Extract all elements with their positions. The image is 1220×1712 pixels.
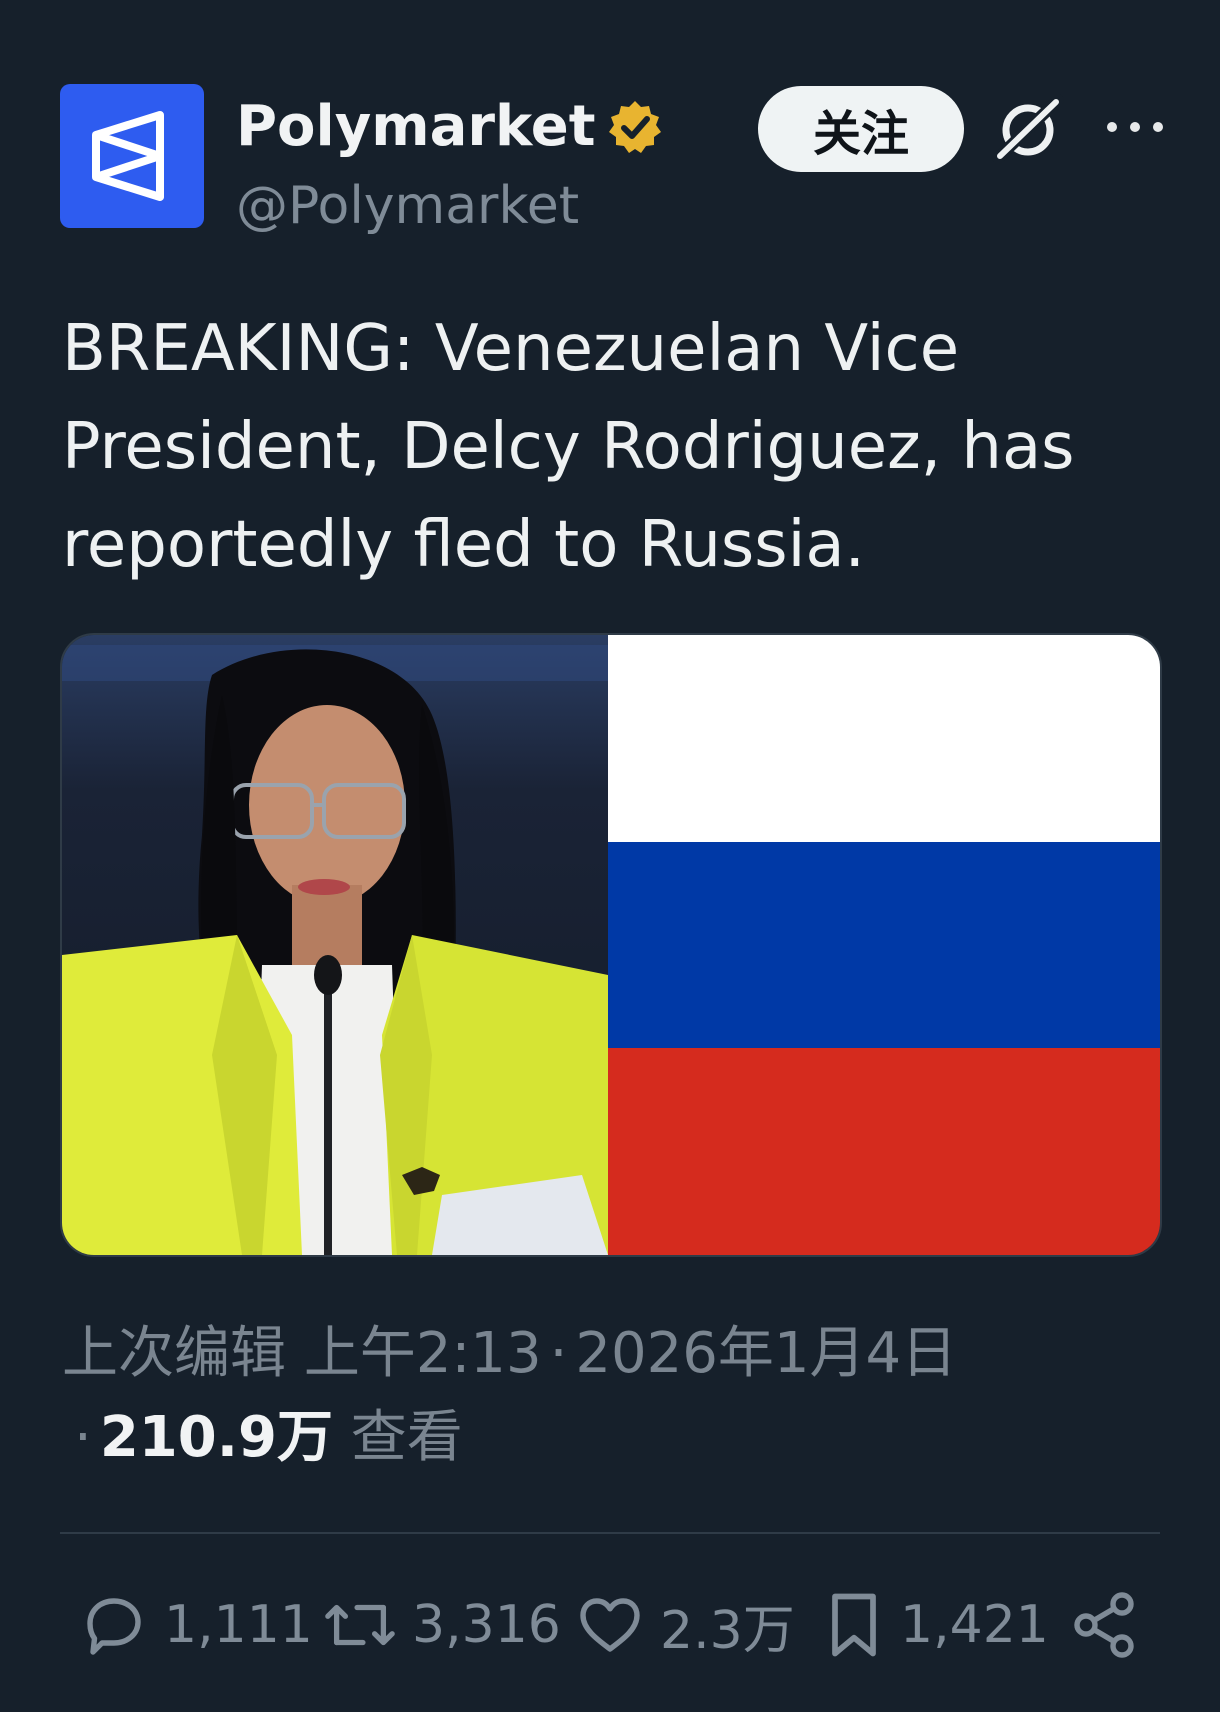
person-photo[interactable]	[62, 635, 608, 1255]
russian-flag[interactable]	[608, 635, 1160, 1255]
tweet-media[interactable]	[60, 633, 1162, 1257]
tweet-date[interactable]: 2026年1月4日	[575, 1321, 957, 1386]
tweet-time[interactable]: 上午2:13	[304, 1321, 542, 1386]
reply-button[interactable]: 1,111	[78, 1580, 313, 1670]
tweet-header: Polymarket @Polymarket 关注	[60, 84, 1170, 244]
share-button[interactable]	[1068, 1580, 1140, 1670]
repost-count: 3,316	[412, 1595, 561, 1655]
reply-count: 1,111	[164, 1595, 313, 1655]
flag-blue-stripe	[608, 841, 1160, 1049]
verified-badge-icon[interactable]	[607, 99, 663, 155]
tweet-meta: 上次编辑 上午2:13 · 2026年1月4日 · 210.9万 查看	[62, 1312, 1162, 1480]
divider	[60, 1532, 1160, 1534]
bookmark-button[interactable]: 1,421	[822, 1580, 1049, 1670]
heart-icon	[580, 1598, 640, 1652]
action-bar: 1,111 3,316 2.3万 1,421	[78, 1580, 1158, 1670]
user-handle[interactable]: @Polymarket	[236, 176, 579, 236]
like-count: 2.3万	[660, 1600, 795, 1661]
follow-button[interactable]: 关注	[758, 86, 964, 172]
polymarket-logo-icon	[92, 111, 164, 201]
person-photo-illustration	[62, 635, 608, 1255]
avatar[interactable]	[60, 84, 204, 228]
flag-white-stripe	[608, 635, 1160, 842]
separator-dot: ·	[74, 1405, 92, 1470]
timestamp-line: 上次编辑 上午2:13 · 2026年1月4日	[62, 1312, 1162, 1396]
more-options-icon[interactable]	[1100, 112, 1170, 142]
views-line: · 210.9万 查看	[62, 1396, 1162, 1480]
edited-label[interactable]: 上次编辑	[62, 1321, 286, 1386]
share-icon	[1074, 1592, 1134, 1658]
tweet-text: BREAKING: Venezuelan Vice President, Del…	[62, 312, 1075, 582]
separator-dot: ·	[549, 1321, 568, 1386]
bookmark-icon	[832, 1593, 876, 1657]
views-count[interactable]: 210.9万	[100, 1405, 333, 1470]
views-label: 查看	[350, 1405, 463, 1470]
like-button[interactable]: 2.3万	[574, 1580, 795, 1670]
display-name[interactable]: Polymarket	[236, 94, 595, 159]
repost-icon	[325, 1604, 395, 1646]
reply-icon	[87, 1598, 141, 1655]
bookmark-count: 1,421	[900, 1595, 1049, 1655]
repost-button[interactable]: 3,316	[322, 1580, 561, 1670]
grok-icon[interactable]	[992, 92, 1064, 164]
flag-red-stripe	[608, 1048, 1160, 1255]
